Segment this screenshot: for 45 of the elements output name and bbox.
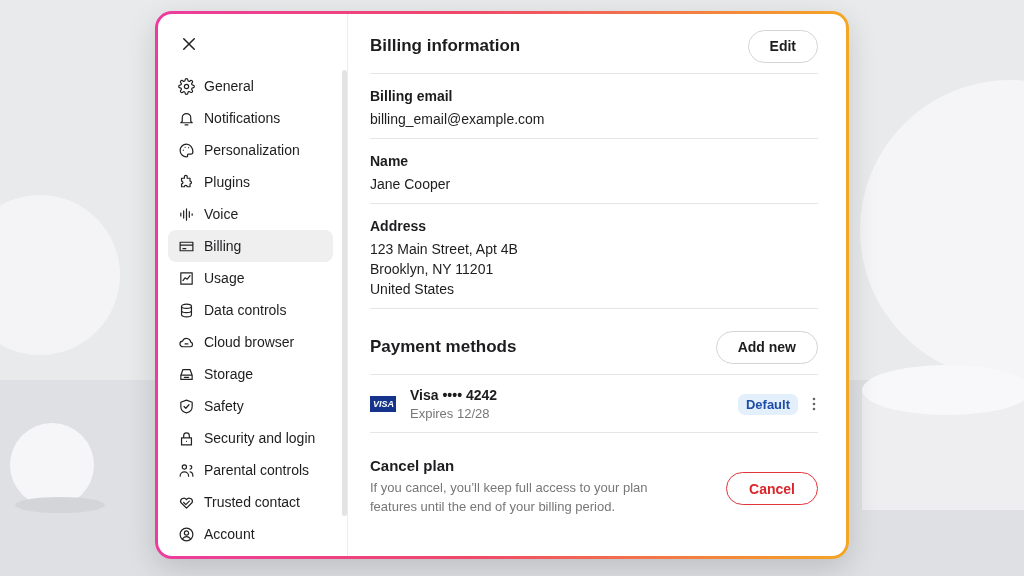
cancel-plan-title: Cancel plan xyxy=(370,457,456,474)
sidebar-item[interactable]: Voice xyxy=(168,198,333,230)
field-value: 123 Main Street, Apt 4B xyxy=(370,241,519,257)
sidebar-item[interactable]: Billing xyxy=(168,230,333,262)
sidebar-item[interactable]: Cloud browser xyxy=(168,326,333,358)
cancel-plan-description: If you cancel, you’ll keep full access to your plan features until the end of your billing period. xyxy=(370,479,649,516)
sidebar-item[interactable]: Safety xyxy=(168,390,333,422)
field-value: Jane Cooper xyxy=(370,176,452,192)
section-title: Payment methods xyxy=(370,337,517,357)
edit-button[interactable]: Edit xyxy=(747,29,818,63)
card-name: Visa •••• 4242 xyxy=(410,387,499,403)
sidebar-item[interactable]: Usage xyxy=(168,262,333,294)
field-label: Name xyxy=(370,153,410,169)
waveform-icon xyxy=(178,205,195,223)
field-value: billing_email@example.com xyxy=(370,111,546,127)
shield-icon xyxy=(178,397,195,415)
cancel-button[interactable]: Cancel xyxy=(726,472,818,505)
lock-icon xyxy=(178,429,195,447)
people-icon xyxy=(178,461,195,479)
close-icon[interactable] xyxy=(180,35,198,53)
sidebar-item[interactable]: Storage xyxy=(168,358,333,390)
palette-icon xyxy=(178,141,195,159)
database-icon xyxy=(178,301,195,319)
sidebar-item[interactable]: Parental controls xyxy=(168,454,333,486)
field-value: United States xyxy=(370,281,456,297)
chart-icon xyxy=(178,269,195,287)
card-expiry: Expires 12/28 xyxy=(410,406,491,421)
default-badge: Default xyxy=(737,393,798,415)
field-label: Address xyxy=(370,218,428,234)
scrollbar[interactable] xyxy=(342,70,347,516)
field-label: Billing email xyxy=(370,88,454,104)
sidebar-item[interactable]: General xyxy=(168,70,333,102)
sidebar-item[interactable]: Plugins xyxy=(168,166,333,198)
sidebar-item[interactable]: Trusted contact xyxy=(168,486,333,518)
sidebar-item[interactable]: Data controls xyxy=(168,294,333,326)
add-new-button[interactable]: Add new xyxy=(715,330,818,364)
sidebar-item[interactable]: Account xyxy=(168,518,333,550)
sidebar-item[interactable]: Notifications xyxy=(168,102,333,134)
field-value: Brooklyn, NY 11201 xyxy=(370,261,495,277)
sidebar-item[interactable]: Personalization xyxy=(168,134,333,166)
card-logo: VISA xyxy=(370,396,396,412)
sidebar-item[interactable]: Security and login xyxy=(168,422,333,454)
section-title: Billing information xyxy=(370,36,521,56)
gear-icon xyxy=(178,77,195,95)
more-icon[interactable] xyxy=(810,397,818,411)
